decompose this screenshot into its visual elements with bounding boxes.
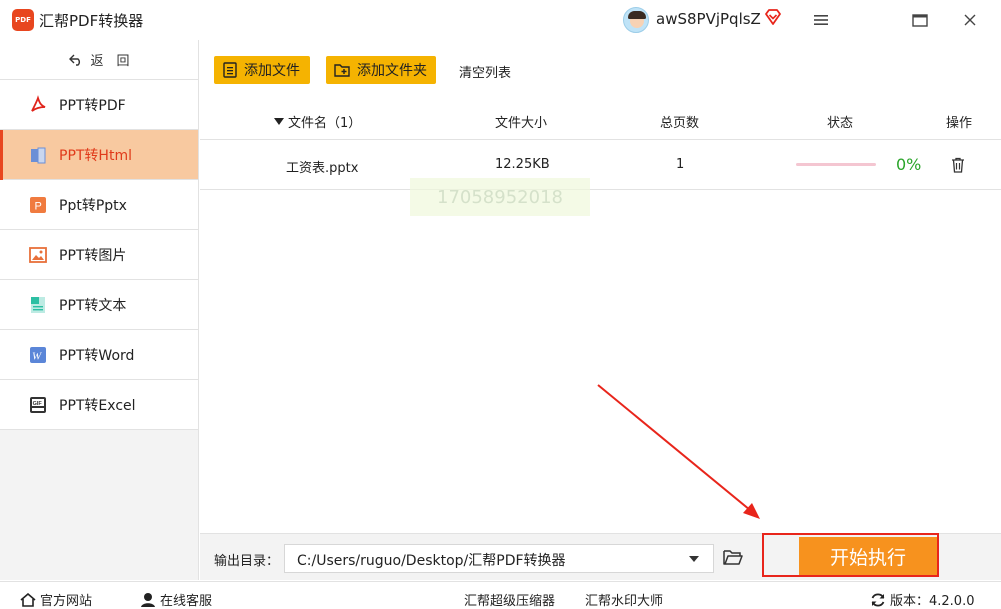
online-support-link[interactable]: 在线客服	[140, 590, 212, 609]
hamburger-icon	[814, 15, 828, 25]
add-file-button[interactable]: 添加文件	[214, 56, 310, 84]
output-path-value: C:/Users/ruguo/Desktop/汇帮PDF转换器	[297, 553, 566, 569]
column-status-header: 状态	[827, 116, 854, 131]
back-label: 返 回	[90, 54, 130, 69]
column-name-label: 文件名（1）	[288, 116, 362, 131]
svg-text:W: W	[32, 350, 42, 362]
sidebar-item-label: PPT转Word	[59, 347, 135, 364]
back-arrow-icon	[69, 54, 81, 66]
add-file-icon	[223, 62, 237, 78]
output-label: 输出目录：	[214, 554, 280, 569]
add-folder-label: 添加文件夹	[357, 63, 427, 79]
sidebar-item-label: PPT转Html	[59, 147, 132, 164]
sidebar-item-ppt-to-text[interactable]: PPT转文本	[0, 280, 198, 330]
compressor-link[interactable]: 汇帮超级压缩器	[464, 590, 555, 609]
maximize-button[interactable]	[908, 8, 932, 32]
official-website-link[interactable]: 官方网站	[20, 590, 92, 609]
sidebar-item-label: PPT转PDF	[59, 97, 126, 114]
official-website-label: 官方网站	[40, 594, 93, 609]
add-file-label: 添加文件	[244, 63, 300, 79]
text-icon	[28, 295, 48, 315]
home-icon	[20, 592, 36, 607]
page-count: 1	[676, 157, 685, 172]
sort-down-icon	[274, 118, 284, 125]
sidebar-item-ppt-to-pptx[interactable]: P Ppt转Pptx	[0, 180, 198, 230]
menu-button[interactable]	[809, 8, 833, 32]
start-button[interactable]: 开始执行	[799, 537, 937, 575]
close-icon	[964, 14, 976, 26]
avatar[interactable]	[623, 7, 649, 33]
progress-bar	[796, 163, 876, 166]
svg-text:GIF: GIF	[33, 401, 43, 407]
maximize-icon	[912, 13, 928, 27]
word-icon: W	[28, 345, 48, 365]
refresh-icon	[871, 593, 885, 606]
add-folder-button[interactable]: 添加文件夹	[326, 56, 436, 84]
clear-list-button[interactable]: 清空列表	[459, 62, 511, 81]
image-icon	[28, 245, 48, 265]
watermark: 17058952018	[410, 178, 590, 216]
file-name: 工资表.pptx	[286, 161, 359, 176]
output-bar: 输出目录： C:/Users/ruguo/Desktop/汇帮PDF转换器 开始…	[200, 533, 1001, 580]
vip-diamond-icon[interactable]	[764, 9, 782, 25]
chevron-down-icon	[689, 556, 699, 562]
title-bar: PDF 汇帮PDF转换器 awS8PVjPqlsZ	[0, 0, 1001, 40]
add-folder-icon	[334, 64, 350, 77]
pdf-icon	[28, 94, 48, 115]
pptx-icon: P	[28, 195, 48, 215]
online-support-label: 在线客服	[160, 594, 213, 609]
sidebar-item-ppt-to-image[interactable]: PPT转图片	[0, 230, 198, 280]
sidebar-item-ppt-to-html[interactable]: PPT转Html	[0, 130, 198, 180]
html-icon	[28, 145, 48, 165]
watermark-tool-link[interactable]: 汇帮水印大师	[585, 590, 663, 609]
sidebar-item-ppt-to-pdf[interactable]: PPT转PDF	[0, 80, 198, 130]
table-header: 文件名（1） 文件大小 总页数 状态 操作	[200, 100, 1001, 140]
file-size: 12.25KB	[495, 157, 550, 172]
column-pages-header: 总页数	[660, 116, 700, 131]
app-title: 汇帮PDF转换器	[39, 12, 144, 30]
sidebar: 返 回 PPT转PDF PPT转Html P Ppt转Pptx PPT转图片 P…	[0, 40, 199, 580]
excel-icon: GIF	[28, 395, 48, 415]
progress-percent: 0%	[896, 155, 922, 174]
version-label: 版本：4.2.0.0	[890, 594, 975, 609]
sidebar-item-label: PPT转Excel	[59, 397, 136, 414]
support-agent-icon	[141, 593, 155, 607]
sidebar-item-ppt-to-excel[interactable]: GIF PPT转Excel	[0, 380, 198, 430]
main-panel: 添加文件 添加文件夹 清空列表 文件名（1） 文件大小 总页数 状态 操作 工资…	[200, 40, 1001, 533]
column-size-header: 文件大小	[495, 116, 548, 131]
delete-icon[interactable]	[951, 157, 965, 173]
app-logo: PDF	[12, 9, 34, 31]
toolbar: 添加文件 添加文件夹 清空列表	[200, 40, 1001, 100]
username[interactable]: awS8PVjPqlsZ	[656, 10, 761, 28]
sidebar-item-label: PPT转图片	[59, 247, 127, 264]
version-info[interactable]: 版本：4.2.0.0	[870, 590, 974, 609]
column-action-header: 操作	[946, 116, 973, 131]
footer: 官方网站 在线客服 汇帮超级压缩器 汇帮水印大师 版本：4.2.0.0	[0, 581, 1001, 609]
table-row[interactable]: 工资表.pptx 12.25KB 1 0%	[200, 140, 1001, 190]
back-button[interactable]: 返 回	[0, 40, 198, 80]
sidebar-item-label: Ppt转Pptx	[59, 197, 127, 214]
column-name-header[interactable]: 文件名（1）	[274, 112, 361, 131]
close-button[interactable]	[958, 8, 982, 32]
open-folder-icon[interactable]	[723, 548, 743, 566]
output-path-select[interactable]: C:/Users/ruguo/Desktop/汇帮PDF转换器	[284, 544, 714, 573]
sidebar-item-ppt-to-word[interactable]: W PPT转Word	[0, 330, 198, 380]
sidebar-item-label: PPT转文本	[59, 297, 127, 314]
svg-text:P: P	[35, 200, 42, 212]
